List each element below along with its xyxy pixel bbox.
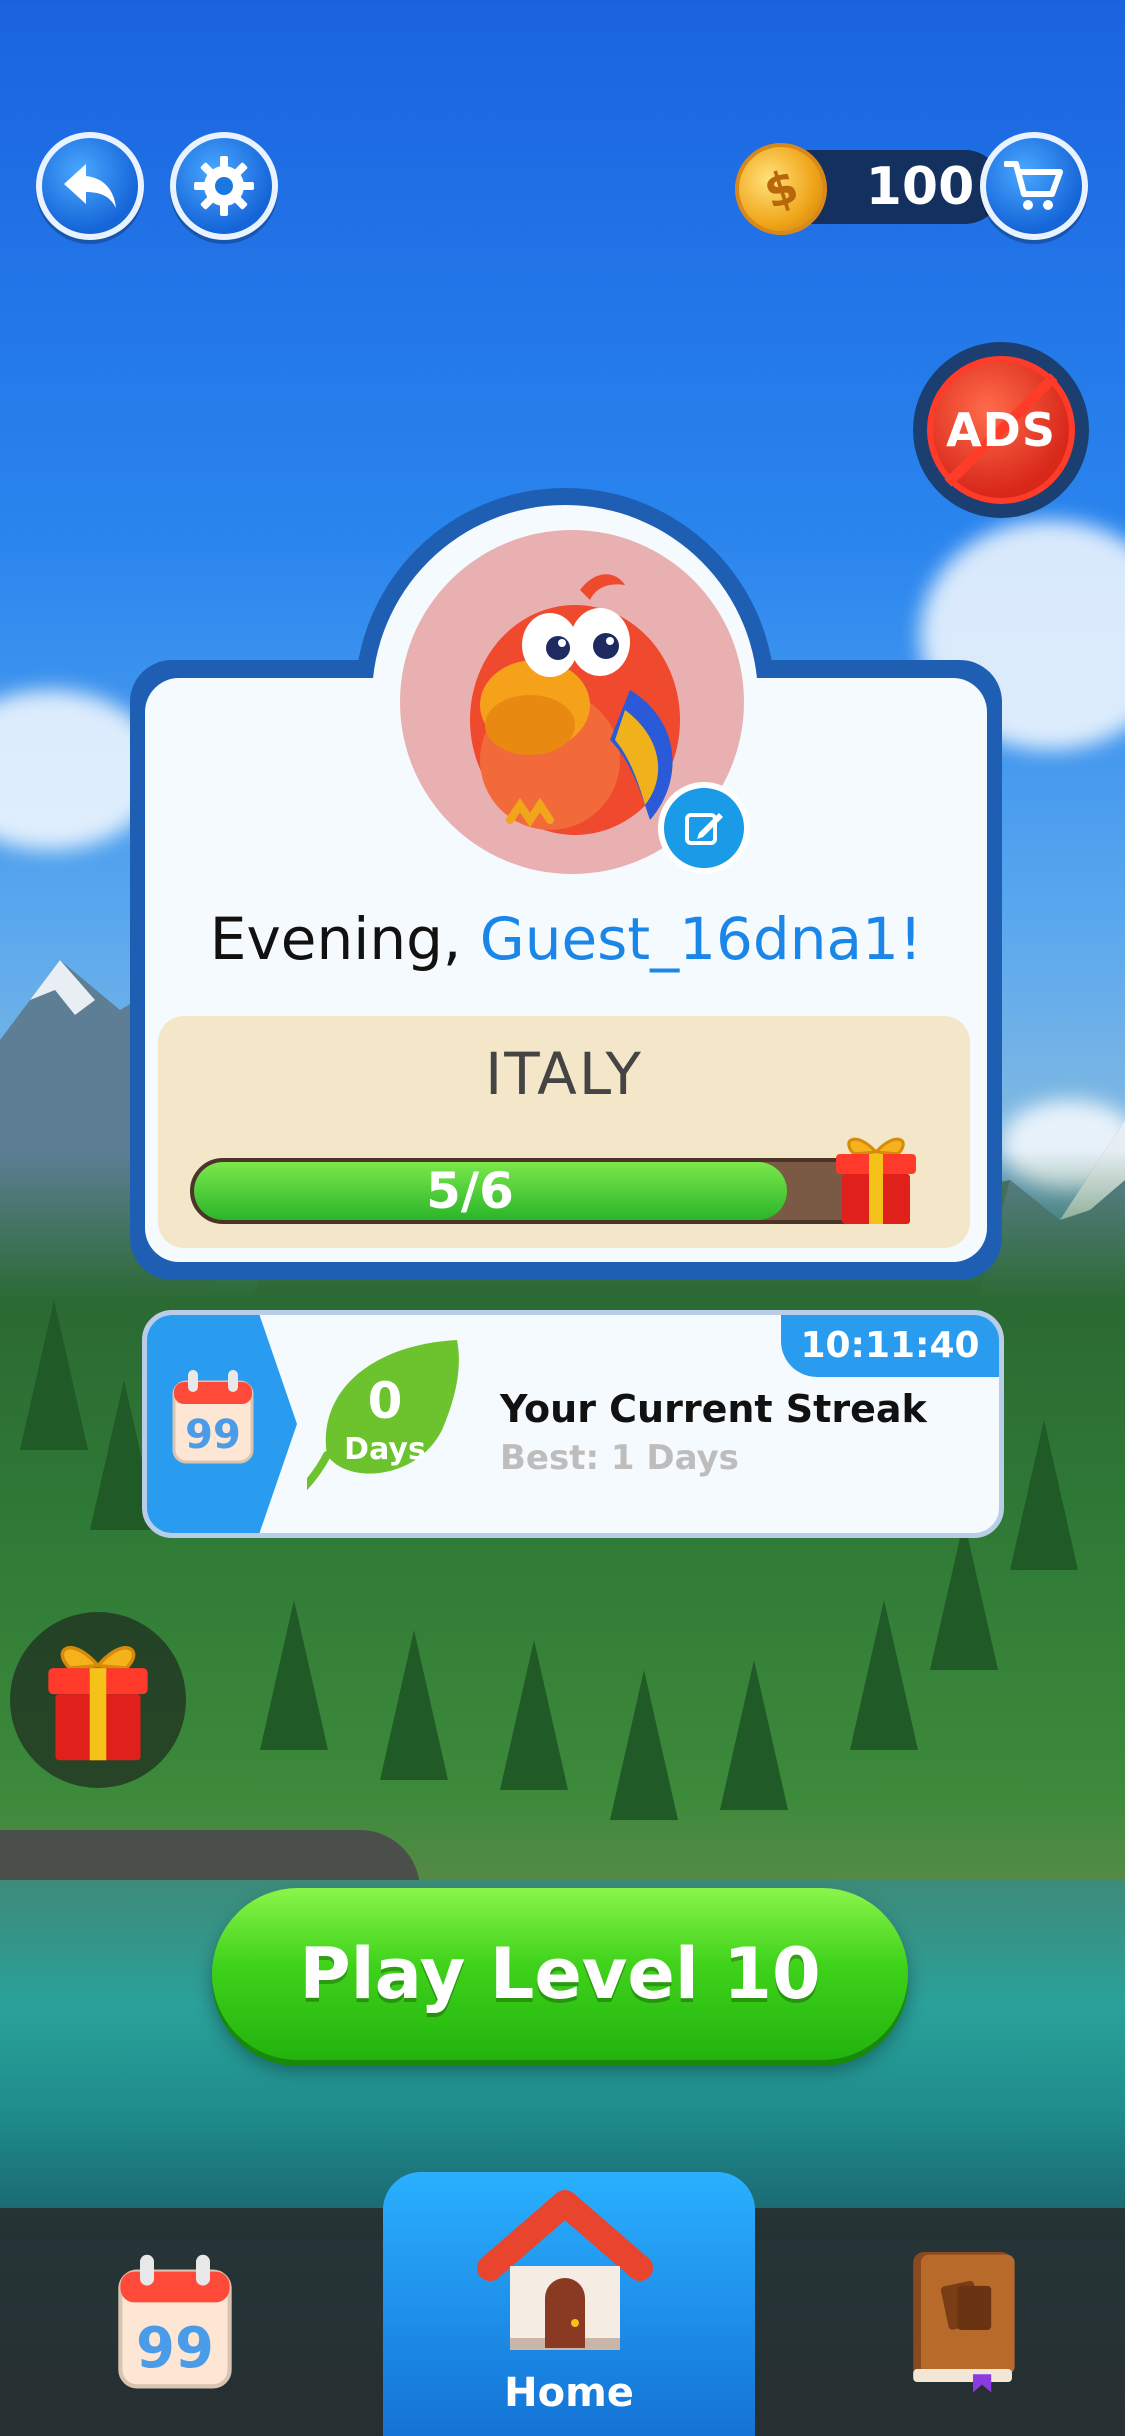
back-arrow-icon	[64, 164, 116, 208]
streak-count: 0	[367, 1372, 403, 1430]
svg-text:99: 99	[185, 1412, 241, 1458]
no-ads-icon: ADS	[927, 356, 1075, 504]
coin-icon: $	[723, 131, 839, 247]
back-button[interactable]	[36, 132, 144, 240]
svg-text:99: 99	[136, 2316, 214, 2381]
gear-icon	[194, 156, 254, 216]
nav-home-label: Home	[504, 2370, 634, 2416]
username: Guest_16dna1!	[479, 905, 923, 973]
greeting: Evening, Guest_16dna1!	[145, 905, 987, 973]
calendar-quote-icon: 99	[172, 1370, 254, 1464]
streak-days-label: Days	[344, 1432, 426, 1467]
country-name: ITALY	[485, 1040, 643, 1108]
cart-icon	[1004, 161, 1063, 210]
coin-count: 100	[865, 157, 975, 217]
remove-ads-button[interactable]: ADS	[913, 342, 1089, 518]
home-icon	[477, 2190, 653, 2350]
daily-calendar-icon: 99	[118, 2254, 232, 2389]
nav-daily-challenge[interactable]: 99	[110, 2252, 240, 2392]
streak-best: Best: 1 Days	[500, 1438, 739, 1478]
gift-icon[interactable]	[826, 1130, 926, 1230]
ads-label: ADS	[946, 403, 1056, 457]
settings-button[interactable]	[170, 132, 278, 240]
edit-icon	[685, 813, 723, 845]
gift-icon	[48, 1646, 148, 1761]
streak-title: Your Current Streak	[500, 1387, 927, 1431]
daily-gift-button[interactable]	[10, 1612, 186, 1788]
collection-book-icon	[913, 2252, 1015, 2393]
play-level-button[interactable]: Play Level 10	[212, 1888, 908, 2060]
edit-profile-button[interactable]	[658, 782, 750, 874]
shop-button[interactable]	[980, 132, 1088, 240]
nav-collection[interactable]	[895, 2244, 1025, 2394]
greeting-prefix: Evening,	[209, 905, 462, 973]
streak-timer: 10:11:40	[781, 1315, 999, 1377]
progress-text: 5/6	[426, 1162, 514, 1220]
